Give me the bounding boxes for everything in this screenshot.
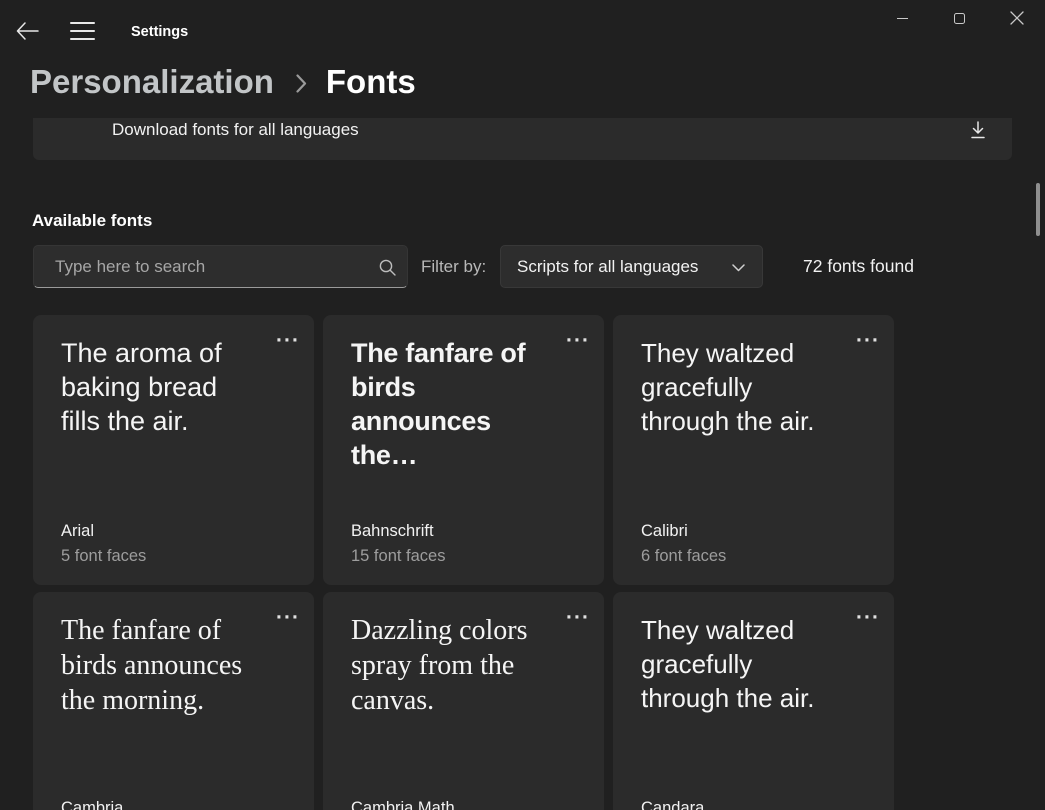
- filter-by-label: Filter by:: [421, 245, 486, 288]
- results-count: 72 fonts found: [803, 245, 914, 288]
- filter-selected-value: Scripts for all languages: [517, 257, 698, 277]
- font-preview-text: Dazzling colors spray from the canvas.: [351, 613, 558, 718]
- download-fonts-label: Download fonts for all languages: [112, 120, 359, 140]
- vertical-scrollbar-thumb[interactable]: [1036, 183, 1040, 236]
- download-icon: [969, 121, 987, 140]
- font-name: Bahnschrift: [351, 522, 434, 541]
- close-icon: [1010, 11, 1024, 25]
- font-name: Arial: [61, 522, 94, 541]
- font-preview-text: The fanfare of birds announces the…: [351, 336, 558, 472]
- font-card-bahnschrift[interactable]: The fanfare of birds announces the… ··· …: [323, 315, 604, 585]
- font-card-arial[interactable]: The aroma of baking bread fills the air.…: [33, 315, 314, 585]
- minimize-button[interactable]: [874, 0, 931, 36]
- maximize-icon: [954, 13, 965, 24]
- font-name: Calibri: [641, 522, 688, 541]
- hamburger-icon: [70, 22, 96, 40]
- minimize-icon: [897, 18, 908, 19]
- search-input[interactable]: [34, 246, 407, 287]
- more-horizontal-icon: ···: [856, 329, 880, 352]
- font-card-cambria-math[interactable]: Dazzling colors spray from the canvas. ·…: [323, 592, 604, 810]
- page-title: Fonts: [326, 63, 416, 101]
- font-card-candara[interactable]: They waltzed gracefully through the air.…: [613, 592, 894, 810]
- window-controls: [874, 0, 1045, 36]
- font-name: Candara: [641, 799, 704, 810]
- more-horizontal-icon: ···: [276, 329, 300, 352]
- maximize-button[interactable]: [931, 0, 988, 36]
- font-faces-count: 5 font faces: [61, 547, 146, 566]
- more-options-button[interactable]: ···: [566, 331, 590, 351]
- font-search-box: [33, 245, 408, 288]
- font-card-calibri[interactable]: They waltzed gracefully through the air.…: [613, 315, 894, 585]
- more-options-button[interactable]: ···: [276, 331, 300, 351]
- breadcrumb: Personalization Fonts: [30, 63, 416, 101]
- chevron-down-icon: [732, 264, 745, 272]
- titlebar: Settings: [0, 0, 1045, 48]
- font-card-cambria[interactable]: The fanfare of birds announces the morni…: [33, 592, 314, 810]
- available-fonts-heading: Available fonts: [32, 211, 152, 231]
- font-preview-text: They waltzed gracefully through the air.: [641, 336, 848, 438]
- font-preview-text: They waltzed gracefully through the air.: [641, 613, 848, 715]
- font-name: Cambria: [61, 799, 123, 810]
- font-faces-count: 6 font faces: [641, 547, 726, 566]
- navigation-menu-button[interactable]: [70, 21, 96, 41]
- breadcrumb-personalization[interactable]: Personalization: [30, 63, 274, 101]
- more-options-button[interactable]: ···: [856, 331, 880, 351]
- font-name: Cambria Math: [351, 799, 455, 810]
- close-button[interactable]: [988, 0, 1045, 36]
- chevron-right-icon: [296, 74, 307, 93]
- font-preview-text: The fanfare of birds announces the morni…: [61, 613, 268, 718]
- font-faces-count: 15 font faces: [351, 547, 445, 566]
- download-fonts-row[interactable]: Download fonts for all languages: [33, 118, 1012, 160]
- more-options-button[interactable]: ···: [856, 608, 880, 628]
- more-horizontal-icon: ···: [566, 329, 590, 352]
- font-preview-text: The aroma of baking bread fills the air.: [61, 336, 268, 438]
- app-title: Settings: [131, 24, 188, 40]
- more-options-button[interactable]: ···: [566, 608, 590, 628]
- settings-window: Settings Personalization: [0, 0, 1045, 810]
- more-horizontal-icon: ···: [856, 606, 880, 629]
- more-options-button[interactable]: ···: [276, 608, 300, 628]
- back-arrow-icon: [16, 22, 42, 40]
- filter-dropdown[interactable]: Scripts for all languages: [500, 245, 763, 288]
- font-cards-grid: The aroma of baking bread fills the air.…: [33, 315, 894, 810]
- more-horizontal-icon: ···: [566, 606, 590, 629]
- more-horizontal-icon: ···: [276, 606, 300, 629]
- back-button[interactable]: [16, 21, 42, 41]
